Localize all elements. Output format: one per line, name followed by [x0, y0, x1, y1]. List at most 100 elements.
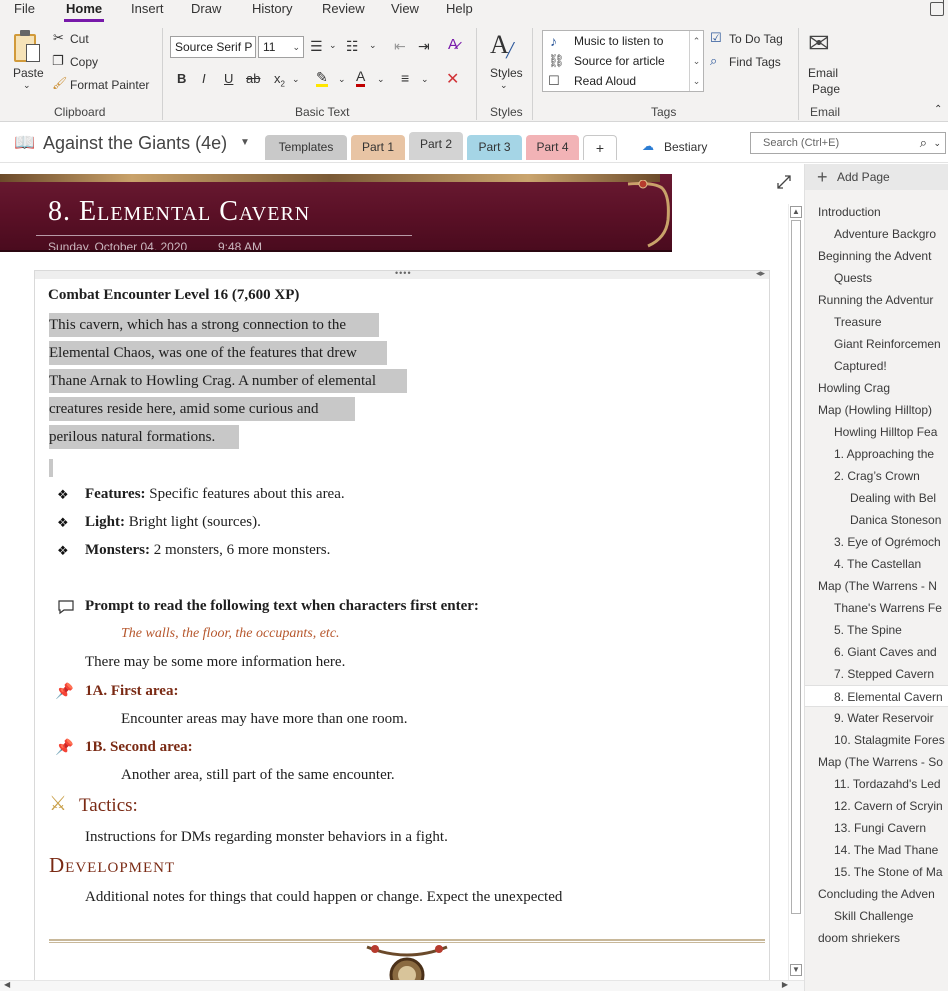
search-icon[interactable]: ⌕ [920, 133, 927, 153]
add-page-button[interactable]: + Add Page [805, 164, 948, 190]
tag-music[interactable]: ♪ Music to listen to [543, 31, 689, 51]
page-list-item[interactable]: Dealing with Bel [805, 487, 948, 509]
align-dropdown-icon[interactable]: ⌄ [421, 74, 429, 85]
bullet-monsters[interactable]: Monsters: 2 monsters, 6 more monsters. [85, 542, 330, 559]
tactics-text[interactable]: Instructions for DMs regarding monster b… [85, 829, 448, 846]
cut-button[interactable]: Cut [70, 32, 89, 46]
menu-tab-insert[interactable]: Insert [131, 0, 164, 20]
page-list-item[interactable]: Introduction [805, 201, 948, 223]
page-list-item[interactable]: Map (The Warrens - So [805, 751, 948, 773]
page-list-item[interactable]: 14. The Mad Thane [805, 839, 948, 861]
strikethrough-icon[interactable]: ab [246, 71, 260, 86]
section-tab-part-3[interactable]: Part 3 [467, 135, 522, 160]
highlight-icon[interactable]: ✎ [316, 70, 328, 87]
underline-icon[interactable]: U [224, 71, 233, 86]
find-tags-button[interactable]: Find Tags [729, 55, 781, 69]
note-container[interactable]: •••• ◂▸ Combat Encounter Level 16 (7,600 … [34, 268, 770, 991]
page-list-item[interactable]: 5. The Spine [805, 619, 948, 641]
clear-formatting-icon[interactable]: A̷ [448, 36, 458, 53]
bullet-light[interactable]: Light: Bright light (sources). [85, 514, 261, 531]
italic-icon[interactable]: I [202, 71, 206, 86]
page-list-item[interactable]: Map (The Warrens - N [805, 575, 948, 597]
page-list-item[interactable]: Adventure Backgro [805, 223, 948, 245]
page-list-item[interactable]: Treasure [805, 311, 948, 333]
bullet-features[interactable]: Features: Specific features about this a… [85, 486, 345, 503]
tag-source[interactable]: ⛓ Source for article [543, 51, 689, 71]
restore-window-icon[interactable] [930, 0, 944, 16]
area-1b-text[interactable]: Another area, still part of the same enc… [121, 767, 395, 784]
intro-line-2[interactable]: Elemental Chaos, was one of the features… [49, 345, 357, 362]
font-name-select[interactable]: Source Serif P [170, 36, 256, 58]
page-list-item[interactable]: 13. Fungi Cavern [805, 817, 948, 839]
page-list-item[interactable]: Running the Adventur [805, 289, 948, 311]
area-1a-text[interactable]: Encounter areas may have more than one r… [121, 711, 408, 728]
font-color-icon[interactable]: A [356, 69, 366, 87]
tactics-heading[interactable]: Tactics: [79, 795, 138, 817]
page-list-item[interactable]: Thane's Warrens Fe [805, 597, 948, 619]
search-input[interactable]: Search (Ctrl+E) ⌕ ⌄ [750, 132, 946, 154]
highlight-dropdown-icon[interactable]: ⌄ [338, 74, 346, 85]
add-section-button[interactable]: + [583, 135, 617, 160]
page-list-item[interactable]: Howling Hilltop Fea [805, 421, 948, 443]
prompt-text[interactable]: The walls, the floor, the occupants, etc… [121, 626, 340, 642]
menu-tab-help[interactable]: Help [446, 0, 473, 20]
page-list-item[interactable]: 11. Tordazahd's Led [805, 773, 948, 795]
intro-line-1[interactable]: This cavern, which has a strong connecti… [49, 317, 346, 334]
intro-line-5[interactable]: perilous natural formations. [49, 429, 215, 446]
page-list-item[interactable]: Concluding the Adven [805, 883, 948, 905]
search-dropdown-icon[interactable]: ⌄ [933, 133, 941, 153]
area-1a-title[interactable]: 1A. First area: [85, 683, 178, 700]
page-list-item[interactable]: Skill Challenge [805, 905, 948, 927]
page-horizontal-scrollbar[interactable]: ◀ ▶ [0, 980, 804, 991]
page-list-item[interactable]: 1. Approaching the [805, 443, 948, 465]
page-list-item[interactable]: 7. Stepped Cavern [805, 663, 948, 685]
menu-tab-home[interactable]: Home [63, 0, 105, 22]
page-list-item[interactable]: 8. Elemental Cavern [805, 685, 948, 707]
section-tab-part-2[interactable]: Part 2 [409, 132, 463, 160]
copy-button[interactable]: Copy [70, 55, 98, 69]
subscript-icon[interactable]: x2 [274, 71, 285, 89]
decrease-indent-icon[interactable]: ⇤ [394, 38, 406, 55]
notebook-icon[interactable]: 📖 [14, 133, 35, 153]
align-icon[interactable]: ≡ [401, 70, 409, 86]
bullets-dropdown-icon[interactable]: ⌄ [329, 40, 337, 51]
numbering-icon[interactable]: ☷ [346, 38, 359, 55]
page-list-item[interactable]: 12. Cavern of Scryin [805, 795, 948, 817]
menu-tab-view[interactable]: View [391, 0, 419, 20]
menu-tab-history[interactable]: History [252, 0, 292, 20]
subscript-dropdown-icon[interactable]: ⌄ [292, 74, 300, 85]
section-tab-templates[interactable]: Templates [265, 135, 347, 160]
page-list-item[interactable]: 3. Eye of Ogrémoch [805, 531, 948, 553]
tag-read-aloud[interactable]: ☐ Read Aloud [543, 71, 689, 91]
email-page-line1[interactable]: Email [808, 66, 838, 80]
delete-icon[interactable]: ✕ [446, 69, 459, 89]
notebook-title[interactable]: Against the Giants (4e) [43, 133, 227, 154]
development-heading[interactable]: Development [49, 853, 175, 878]
numbering-dropdown-icon[interactable]: ⌄ [369, 40, 377, 51]
page-list-item[interactable]: 10. Stalagmite Fores [805, 729, 948, 751]
page-vertical-scrollbar[interactable]: ▲ ▼ [788, 204, 803, 980]
menu-tab-file[interactable]: File [14, 0, 35, 20]
page-list-item[interactable]: Captured! [805, 355, 948, 377]
styles-button[interactable]: Styles [490, 66, 523, 80]
menu-tab-draw[interactable]: Draw [191, 0, 221, 20]
bullets-icon[interactable]: ☰ [310, 38, 323, 55]
intro-line-4[interactable]: creatures reside here, amid some curious… [49, 401, 318, 418]
page-title[interactable]: 8. Elemental Cavern [48, 196, 310, 228]
prompt-label[interactable]: Prompt to read the following text when c… [85, 598, 479, 615]
page-list-item[interactable]: Giant Reinforcemen [805, 333, 948, 355]
page-list-item[interactable]: 9. Water Reservoir [805, 707, 948, 729]
styles-dropdown-icon[interactable]: ⌄ [500, 80, 508, 91]
page-list-item[interactable]: 6. Giant Caves and [805, 641, 948, 663]
page-list-item[interactable]: Danica Stoneson [805, 509, 948, 531]
page-list-item[interactable]: 4. The Castellan [805, 553, 948, 575]
email-page-line2[interactable]: Page [812, 82, 840, 96]
font-color-dropdown-icon[interactable]: ⌄ [377, 74, 385, 85]
page-list-item[interactable]: 2. Crag’s Crown [805, 465, 948, 487]
section-tab-part-4[interactable]: Part 4 [526, 135, 579, 160]
page-list-item[interactable]: Map (Howling Hilltop) [805, 399, 948, 421]
page-list-item[interactable]: Quests [805, 267, 948, 289]
page-list-item[interactable]: Beginning the Advent [805, 245, 948, 267]
collapse-ribbon-icon[interactable]: ⌃ [934, 104, 942, 115]
notebook-dropdown-icon[interactable]: ▼ [240, 137, 250, 148]
